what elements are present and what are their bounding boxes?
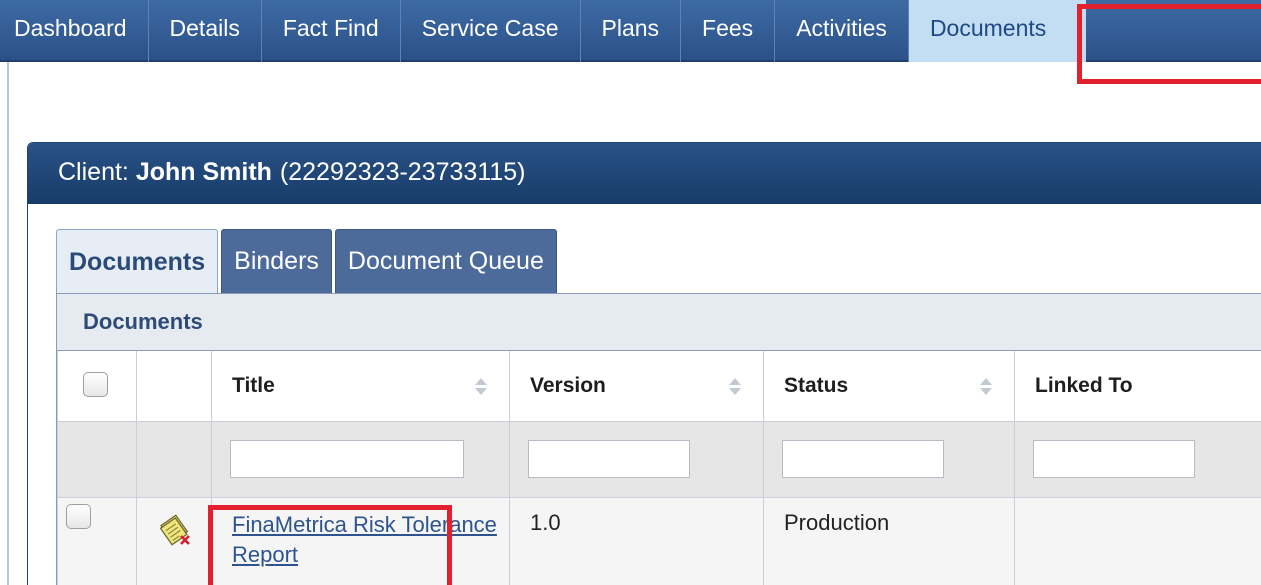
subtab-document-queue[interactable]: Document Queue [334, 229, 557, 293]
nav-tab-fact-find[interactable]: Fact Find [262, 0, 401, 62]
nav-tab-documents[interactable]: Documents [908, 0, 1087, 62]
column-header-title[interactable]: Title [211, 351, 510, 422]
client-panel: Client: John Smith (22292323-23733115) D… [27, 142, 1261, 585]
icon-column-header [136, 351, 212, 422]
nav-tab-service-case[interactable]: Service Case [401, 0, 581, 62]
row-version-cell: 1.0 [509, 496, 764, 585]
column-status-label: Status [784, 373, 849, 397]
row-select-cell [57, 496, 137, 585]
client-label: Client: [58, 158, 136, 186]
document-deleted-icon [159, 512, 193, 552]
row-status-cell: Production [763, 496, 1015, 585]
client-header: Client: John Smith (22292323-23733115) [28, 143, 1261, 204]
document-title-link[interactable]: FinaMetrica Risk Tolerance Report [232, 512, 497, 567]
client-name: John Smith [135, 158, 272, 186]
version-filter-input[interactable] [528, 440, 690, 478]
nav-tab-activities[interactable]: Activities [775, 0, 909, 62]
row-icon-cell [136, 496, 212, 585]
nav-tab-fees[interactable]: Fees [681, 0, 776, 62]
nav-tab-details[interactable]: Details [149, 0, 262, 62]
filter-row [57, 420, 1261, 498]
column-linked-to-label: Linked To [1035, 373, 1133, 397]
column-header-linked-to[interactable]: Linked To [1014, 351, 1261, 422]
nav-tab-plans[interactable]: Plans [581, 0, 682, 62]
grid-caption: Documents [57, 294, 1261, 351]
row-linked-to-cell [1014, 496, 1261, 585]
client-id: (22292323-23733115) [279, 158, 526, 186]
nav-tab-dashboard[interactable]: Dashboard [0, 0, 149, 62]
page-border [7, 62, 9, 585]
filter-cell-empty [57, 420, 137, 498]
sort-icon[interactable] [475, 378, 487, 396]
documents-table: Title Version Status Linked To FinaMetri… [57, 351, 1261, 585]
select-all-checkbox[interactable] [83, 372, 108, 398]
column-title-label: Title [232, 373, 275, 397]
header-row: Title Version Status Linked To [57, 351, 1261, 422]
filter-cell-title [211, 420, 510, 498]
subtab-documents[interactable]: Documents [56, 229, 219, 294]
documents-grid: Documents Title Version Status Linked To… [56, 293, 1261, 585]
column-header-version[interactable]: Version [509, 351, 764, 422]
sort-icon[interactable] [729, 378, 741, 396]
row-checkbox[interactable] [66, 503, 91, 529]
filter-cell-version [509, 420, 764, 498]
title-filter-input[interactable] [230, 440, 464, 478]
table-row: FinaMetrica Risk Tolerance Report 1.0 Pr… [57, 496, 1261, 585]
main-navigation: Dashboard Details Fact Find Service Case… [0, 0, 1261, 62]
row-title-cell: FinaMetrica Risk Tolerance Report [211, 496, 510, 585]
filter-cell-empty [136, 420, 212, 498]
status-filter-input[interactable] [782, 440, 944, 478]
sort-icon[interactable] [980, 378, 992, 396]
column-header-status[interactable]: Status [763, 351, 1015, 422]
select-all-cell [57, 351, 137, 422]
document-subtabs: Documents Binders Document Queue [56, 229, 560, 294]
linked-to-filter-input[interactable] [1033, 440, 1195, 478]
column-version-label: Version [530, 373, 606, 397]
filter-cell-status [763, 420, 1015, 498]
filter-cell-linked-to [1014, 420, 1261, 498]
subtab-binders[interactable]: Binders [221, 229, 332, 293]
